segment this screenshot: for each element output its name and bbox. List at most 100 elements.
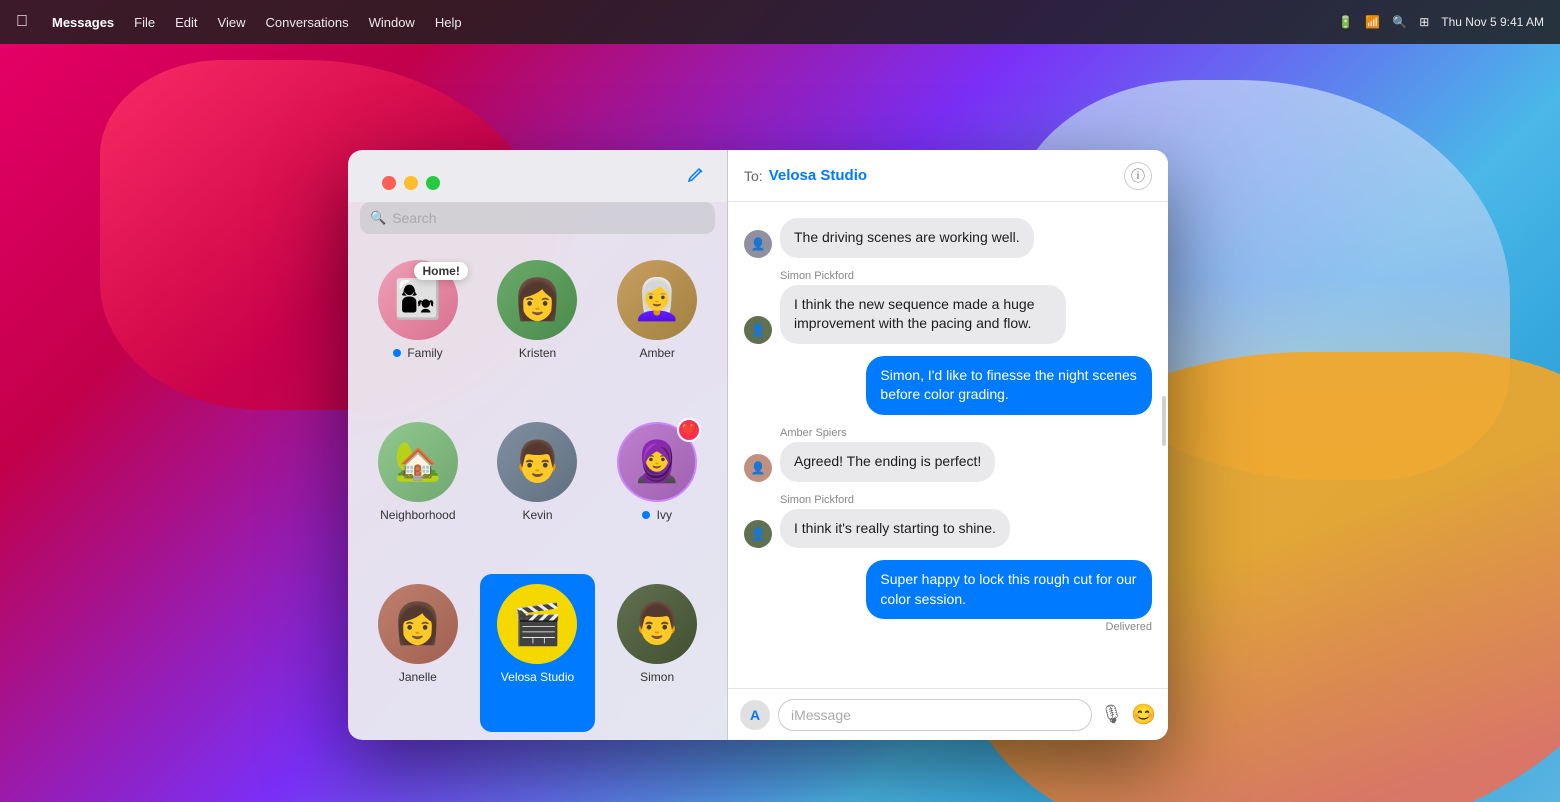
contact-item-kevin[interactable]: Kevin xyxy=(480,412,596,570)
bubble-3: Simon, I'd like to finesse the night sce… xyxy=(866,356,1152,415)
delivered-label: Delivered xyxy=(866,621,1152,633)
bubble-6: Super happy to lock this rough cut for o… xyxy=(866,560,1152,619)
contact-name-neighborhood: Neighborhood xyxy=(380,508,455,522)
messages-area[interactable]: 👤 The driving scenes are working well. 👤… xyxy=(728,202,1168,688)
contact-name-ivy: Ivy xyxy=(642,508,672,522)
contact-name-kristen: Kristen xyxy=(519,346,556,360)
contact-name-amber: Amber xyxy=(639,346,674,360)
menubar-app-name[interactable]: Messages xyxy=(52,15,114,30)
maximize-button[interactable] xyxy=(426,176,440,190)
search-input[interactable]: Search xyxy=(392,210,436,226)
avatar-wrap-family: Home! xyxy=(378,260,458,340)
contact-item-amber[interactable]: Amber xyxy=(599,250,715,408)
window-controls xyxy=(366,160,456,206)
msg-sender-5: Simon Pickford xyxy=(780,494,1010,506)
msg-content-2: Simon Pickford I think the new sequence … xyxy=(780,270,1066,344)
appstore-button[interactable]: A xyxy=(740,700,770,730)
avatar-janelle xyxy=(378,584,458,664)
avatar-amber xyxy=(617,260,697,340)
msg-avatar-5: 👤 xyxy=(744,520,772,548)
contact-item-janelle[interactable]: Janelle xyxy=(360,574,476,732)
control-center-icon[interactable]: ⊞ xyxy=(1419,15,1429,29)
msg-sender-4: Amber Spiers xyxy=(780,427,995,439)
datetime-display: Thu Nov 5 9:41 AM xyxy=(1441,15,1544,29)
status-dot-ivy xyxy=(642,511,650,519)
to-label: To: xyxy=(744,168,763,184)
menubar-right: 🔋 📶 🔍 ⊞ Thu Nov 5 9:41 AM xyxy=(1338,15,1544,29)
avatar-wrap-kristen xyxy=(497,260,577,340)
sidebar: 🔍 Search Home! Family Kristen xyxy=(348,150,728,740)
contact-item-neighborhood[interactable]: Neighborhood xyxy=(360,412,476,570)
message-row-6: Super happy to lock this rough cut for o… xyxy=(744,560,1152,633)
conversation-header: To: Velosa Studio ⓘ xyxy=(728,150,1168,202)
contact-name-janelle: Janelle xyxy=(399,670,437,684)
input-placeholder: iMessage xyxy=(791,707,851,723)
heart-badge-ivy: ❤️ xyxy=(677,418,701,442)
apple-logo-icon[interactable]:  xyxy=(16,13,28,31)
msg-content-5: Simon Pickford I think it's really start… xyxy=(780,494,1010,549)
bubble-4: Agreed! The ending is perfect! xyxy=(780,442,995,482)
msg-avatar-2: 👤 xyxy=(744,316,772,344)
contact-name-simon: Simon xyxy=(640,670,674,684)
contact-name-kevin: Kevin xyxy=(522,508,552,522)
compose-button[interactable] xyxy=(681,161,711,191)
audio-button[interactable]: 🎙 xyxy=(1100,704,1123,725)
bubble-5: I think it's really starting to shine. xyxy=(780,509,1010,549)
home-badge: Home! xyxy=(414,262,467,280)
contact-name-velosa: Velosa Studio xyxy=(501,670,574,684)
menubar-view[interactable]: View xyxy=(218,15,246,30)
menubar-conversations[interactable]: Conversations xyxy=(265,15,348,30)
appstore-icon: A xyxy=(750,707,760,723)
avatar-neighborhood xyxy=(378,422,458,502)
messages-window: 🔍 Search Home! Family Kristen xyxy=(348,150,1168,740)
search-menubar-icon[interactable]: 🔍 xyxy=(1392,15,1407,29)
recipient-name: Velosa Studio xyxy=(769,167,867,184)
message-row-1: 👤 The driving scenes are working well. xyxy=(744,218,1152,258)
avatar-wrap-ivy: ❤️ xyxy=(617,422,697,502)
avatar-kevin xyxy=(497,422,577,502)
search-bar[interactable]: 🔍 Search xyxy=(360,202,715,234)
menubar-file[interactable]: File xyxy=(134,15,155,30)
close-button[interactable] xyxy=(382,176,396,190)
menubar-left:  Messages File Edit View Conversations … xyxy=(16,13,462,31)
battery-icon: 🔋 xyxy=(1338,15,1353,29)
search-icon: 🔍 xyxy=(370,210,386,226)
avatar-wrap-amber xyxy=(617,260,697,340)
avatar-wrap-neighborhood xyxy=(378,422,458,502)
bubble-2: I think the new sequence made a huge imp… xyxy=(780,285,1066,344)
message-row-2: 👤 Simon Pickford I think the new sequenc… xyxy=(744,270,1152,344)
msg-avatar-1: 👤 xyxy=(744,230,772,258)
avatar-wrap-kevin xyxy=(497,422,577,502)
message-row-5: 👤 Simon Pickford I think it's really sta… xyxy=(744,494,1152,549)
contact-item-simon[interactable]: Simon xyxy=(599,574,715,732)
menubar:  Messages File Edit View Conversations … xyxy=(0,0,1560,44)
contact-item-ivy[interactable]: ❤️ Ivy xyxy=(599,412,715,570)
avatar-wrap-janelle xyxy=(378,584,458,664)
scroll-indicator xyxy=(1162,396,1166,446)
contact-item-velosa-studio[interactable]: Velosa Studio xyxy=(480,574,596,732)
contact-grid: Home! Family Kristen Amber xyxy=(348,242,727,740)
msg-content-1: The driving scenes are working well. xyxy=(780,218,1034,258)
msg-content-3: Simon, I'd like to finesse the night sce… xyxy=(866,356,1152,415)
avatar-velosa xyxy=(497,584,577,664)
msg-content-6: Super happy to lock this rough cut for o… xyxy=(866,560,1152,633)
bubble-1: The driving scenes are working well. xyxy=(780,218,1034,258)
menubar-edit[interactable]: Edit xyxy=(175,15,197,30)
message-row-4: 👤 Amber Spiers Agreed! The ending is per… xyxy=(744,427,1152,482)
status-dot-family xyxy=(393,349,401,357)
minimize-button[interactable] xyxy=(404,176,418,190)
conversation-panel: To: Velosa Studio ⓘ 👤 The driving scenes… xyxy=(728,150,1168,740)
avatar-wrap-velosa xyxy=(497,584,577,664)
avatar-wrap-simon xyxy=(617,584,697,664)
contact-name-family: Family xyxy=(393,346,443,360)
emoji-button[interactable]: 😊 xyxy=(1131,702,1156,727)
msg-content-4: Amber Spiers Agreed! The ending is perfe… xyxy=(780,427,995,482)
message-input[interactable]: iMessage xyxy=(778,699,1092,731)
contact-item-family[interactable]: Home! Family xyxy=(360,250,476,408)
menubar-help[interactable]: Help xyxy=(435,15,462,30)
info-button[interactable]: ⓘ xyxy=(1124,162,1152,190)
contact-item-kristen[interactable]: Kristen xyxy=(480,250,596,408)
menubar-window[interactable]: Window xyxy=(369,15,415,30)
conversation-title: To: Velosa Studio xyxy=(744,167,867,184)
msg-avatar-4: 👤 xyxy=(744,454,772,482)
